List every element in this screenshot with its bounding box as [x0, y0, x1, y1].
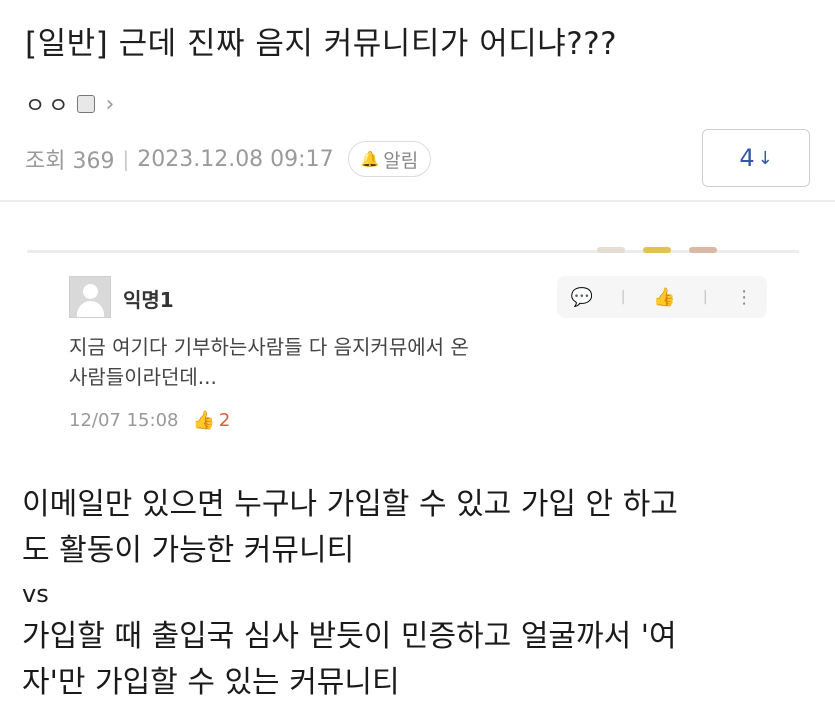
body-line-vs: vs [22, 580, 49, 608]
post-meta: 조회 369 | 2023.12.08 09:17 🔔 알림 [25, 141, 432, 177]
embedded-comment-screenshot: 익명1 💬 | 👍 | ⋮ 지금 여기다 기부하는사람들 다 음지커뮤에서 온 … [27, 234, 799, 444]
bell-icon: 🔔 [360, 150, 380, 168]
action-divider: | [702, 289, 708, 305]
avatar [69, 276, 111, 318]
thumbnail-fragment [643, 247, 671, 253]
post-page: [일반] 근데 진짜 음지 커뮤니티가 어디냐??? ㅇㅇ › 조회 369 |… [0, 0, 835, 724]
comment-meta: 12/07 15:08 👍 2 [69, 410, 230, 431]
thumbnail-fragment [689, 247, 717, 253]
alarm-label: 알림 [383, 149, 419, 172]
comment-text: 지금 여기다 기부하는사람들 다 음지커뮤에서 온 사람들이라던데... [69, 332, 669, 392]
more-icon[interactable]: ⋮ [735, 287, 753, 308]
comment-like-count: 👍 2 [192, 410, 230, 431]
chevron-right-icon[interactable]: › [105, 92, 114, 117]
comment-text-line: 지금 여기다 기부하는사람들 다 음지커뮤에서 온 [69, 335, 469, 359]
post-datetime: 2023.12.08 09:17 [137, 146, 334, 172]
like-count: 2 [218, 410, 231, 431]
post-title: [일반] 근데 진짜 음지 커뮤니티가 어디냐??? [25, 26, 618, 62]
author-level-icon [77, 95, 96, 113]
section-divider [0, 200, 835, 202]
comment-count: 4 [739, 144, 755, 172]
body-line: 도 활동이 가능한 커뮤니티 [22, 533, 355, 568]
body-line: 자'만 가입할 수 있는 커뮤니티 [22, 665, 400, 700]
body-line: 가입할 때 출입국 심사 받듯이 민증하고 얼굴까서 '여 [22, 619, 677, 654]
alarm-button[interactable]: 🔔 알림 [347, 141, 432, 177]
author-name[interactable]: ㅇㅇ [25, 88, 71, 120]
commenter-name: 익명1 [123, 288, 174, 312]
thumbnail-fragment [597, 247, 625, 253]
comment-action-bar: 💬 | 👍 | ⋮ [557, 276, 767, 318]
action-divider: | [620, 289, 626, 305]
like-icon[interactable]: 👍 [653, 287, 675, 308]
author-row[interactable]: ㅇㅇ › [25, 88, 114, 120]
comment-text-line: 사람들이라던데... [69, 365, 217, 389]
view-count: 조회 369 [25, 149, 115, 174]
post-body: 이메일만 있으면 누구나 가입할 수 있고 가입 안 하고 도 활동이 가능한 … [22, 482, 822, 706]
meta-separator: | [122, 147, 130, 171]
comment-timestamp: 12/07 15:08 [69, 410, 179, 431]
reply-icon[interactable]: 💬 [571, 287, 593, 308]
embed-partial-thumbnails [597, 247, 717, 253]
comment-count-button[interactable]: 4 ↓ [702, 129, 810, 187]
body-line: 이메일만 있으면 누구나 가입할 수 있고 가입 안 하고 [22, 487, 678, 522]
thumbs-up-icon: 👍 [192, 410, 215, 431]
arrow-down-icon: ↓ [757, 147, 773, 169]
